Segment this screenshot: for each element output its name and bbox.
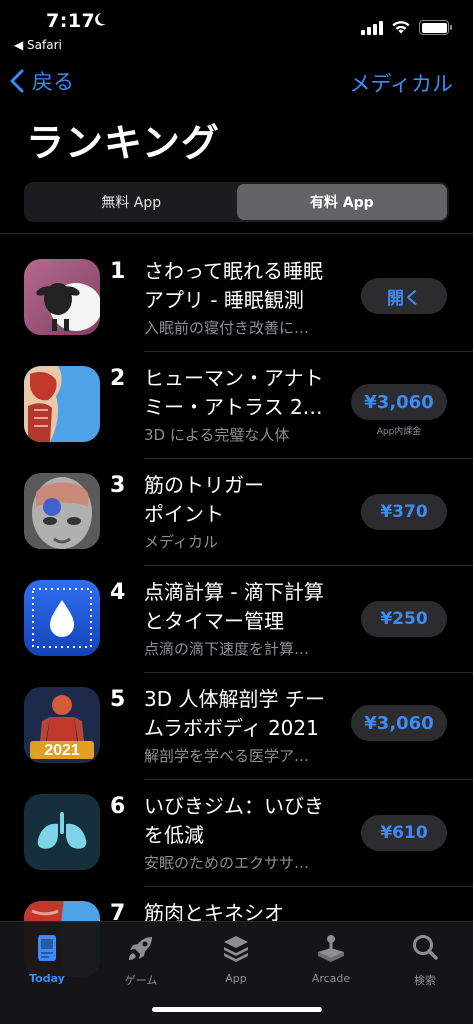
app-title: いびきジム：いびき を低減: [144, 794, 324, 847]
app-subtitle: 3D による完璧な人体: [144, 426, 290, 444]
list-item[interactable]: 1 さわって眠れる睡眠 アプリ - 睡眠観測 入眠前の寝付き改善に… 開く: [0, 245, 473, 352]
tab-apps[interactable]: App: [196, 932, 276, 985]
segmented-control: 無料 App 有料 App: [24, 182, 449, 222]
app-title: ヒューマン・アナト ミー・アトラス 2…: [144, 366, 324, 419]
search-icon: [413, 935, 438, 960]
status-bar: 7:17 ◀ Safari: [0, 0, 473, 60]
segment-free[interactable]: 無料 App: [26, 184, 237, 220]
page-title: ランキング: [26, 121, 220, 165]
price-button[interactable]: ¥3,060: [351, 705, 447, 741]
rank-number: 1: [110, 259, 126, 284]
back-to-safari-link[interactable]: ◀ Safari: [14, 38, 62, 52]
app-title: 点滴計算 - 滴下計算 とタイマー管理: [144, 580, 324, 633]
app-title: さわって眠れる睡眠 アプリ - 睡眠観測: [144, 259, 323, 312]
status-time: 7:17: [46, 10, 96, 32]
app-subtitle: 解剖学を学べる医学ア…: [144, 747, 310, 765]
tab-label: Arcade: [311, 972, 351, 985]
tab-games[interactable]: ゲーム: [101, 932, 181, 988]
app-subtitle: 入眠前の寝付き改善に…: [144, 319, 310, 337]
icon-year-label: 2021: [44, 742, 80, 759]
tab-label: ゲーム: [124, 974, 158, 987]
drip-icon: [24, 580, 100, 656]
ranking-list: 1 さわって眠れる睡眠 アプリ - 睡眠観測 入眠前の寝付き改善に… 開く 2 ヒ…: [0, 245, 473, 994]
back-button[interactable]: 戻る: [10, 66, 74, 96]
list-item[interactable]: 4 点滴計算 - 滴下計算 とタイマー管理 点滴の滴下速度を計算… ¥250: [0, 566, 473, 673]
open-button[interactable]: 開く: [361, 278, 447, 314]
rank-number: 6: [110, 794, 126, 819]
list-item[interactable]: 6 いびきジム：いびき を低減 安眠のためのエクササ… ¥610: [0, 780, 473, 887]
category-link[interactable]: メディカル: [349, 68, 453, 98]
segment-paid[interactable]: 有料 App: [236, 184, 447, 220]
price-button[interactable]: ¥3,060: [351, 384, 447, 420]
app-title: 筋のトリガー ポイント: [144, 473, 264, 526]
home-indicator[interactable]: [152, 1007, 322, 1012]
anatomy-2021-icon: 2021: [24, 687, 100, 763]
app-subtitle: 点滴の滴下速度を計算…: [144, 640, 310, 658]
in-app-purchase-label: App内課金: [376, 427, 422, 437]
moon-icon: [95, 13, 106, 26]
rank-number: 4: [110, 580, 126, 605]
layers-icon: [224, 936, 248, 962]
tab-today[interactable]: Today: [7, 932, 87, 985]
rank-number: 3: [110, 473, 126, 498]
nav-bar: 戻る メディカル: [0, 62, 473, 106]
lungs-icon: [24, 794, 100, 870]
app-title: 3D 人体解剖学 チー ムラボボディ 2021: [144, 687, 325, 740]
divider: [0, 233, 473, 234]
tab-arcade[interactable]: Arcade: [291, 932, 371, 985]
chevron-left-icon: [10, 69, 24, 93]
rank-number: 5: [110, 687, 126, 712]
sheep-icon: [24, 259, 100, 335]
anatomy-atlas-icon: [24, 366, 100, 442]
status-indicators: [361, 20, 452, 35]
cellular-signal-icon: [361, 20, 383, 35]
tab-search[interactable]: 検索: [385, 932, 465, 988]
today-icon: [38, 935, 56, 961]
price-button[interactable]: ¥610: [361, 815, 447, 851]
app-subtitle: 安眠のためのエクササ…: [144, 854, 310, 872]
list-item[interactable]: 3 筋のトリガー ポイント メディカル ¥370: [0, 459, 473, 566]
battery-icon: [419, 20, 452, 35]
price-button[interactable]: ¥370: [361, 494, 447, 530]
rocket-icon: [129, 937, 152, 960]
price-button[interactable]: ¥250: [361, 601, 447, 637]
tab-label: App: [225, 972, 247, 985]
joystick-icon: [318, 935, 344, 962]
app-subtitle: メディカル: [144, 533, 218, 551]
rank-number: 2: [110, 366, 126, 391]
tab-label: 検索: [414, 974, 436, 987]
tab-label: Today: [29, 972, 65, 985]
wifi-icon: [392, 21, 410, 34]
back-button-label: 戻る: [32, 70, 74, 94]
list-item[interactable]: 2 ヒューマン・アナト ミー・アトラス 2… 3D による完璧な人体 ¥3,060…: [0, 352, 473, 459]
list-item[interactable]: 2021 5 3D 人体解剖学 チー ムラボボディ 2021 解剖学を学べる医学ア…: [0, 673, 473, 780]
trigger-point-icon: [24, 473, 100, 549]
